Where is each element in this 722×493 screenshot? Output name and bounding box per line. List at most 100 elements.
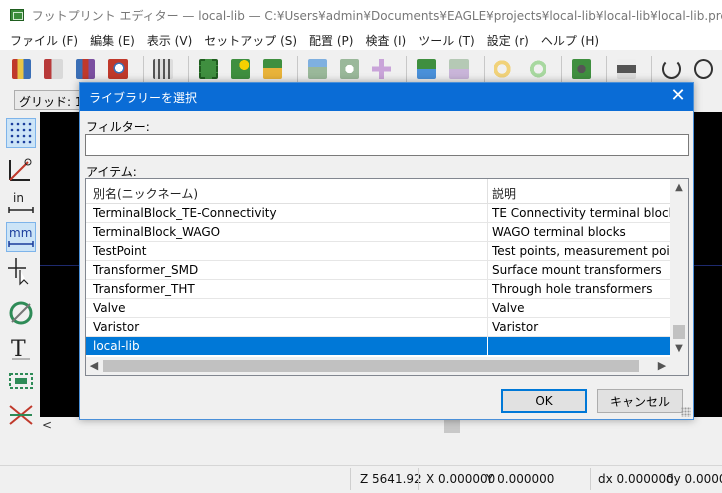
status-separator bbox=[350, 468, 351, 490]
select-library-dialog: ライブラリーを選択 ✕ フィルター: アイテム: 別名(ニックネーム) 説明 T… bbox=[79, 82, 694, 420]
status-separator bbox=[418, 468, 419, 490]
dialog-close-icon[interactable]: ✕ bbox=[663, 83, 693, 111]
grid-toggle-icon[interactable] bbox=[6, 118, 36, 148]
scrollbar-thumb[interactable] bbox=[673, 325, 685, 339]
ok-button[interactable]: OK bbox=[501, 389, 587, 413]
list-vertical-scrollbar[interactable]: ▲ ▼ bbox=[670, 179, 688, 357]
status-separator bbox=[590, 468, 591, 490]
scroll-left-arrow-icon[interactable]: < bbox=[42, 418, 52, 432]
status-dy: dy 0.000000 bbox=[666, 472, 722, 486]
scroll-down-arrow-icon[interactable]: ▼ bbox=[670, 340, 688, 357]
library-nickname: Valve bbox=[93, 301, 126, 315]
footprint-wizard-icon[interactable] bbox=[227, 55, 254, 83]
library-description: WAGO terminal blocks bbox=[492, 225, 626, 239]
list-rows: TerminalBlock_TE-Connectivity TE Connect… bbox=[86, 204, 670, 355]
toolbar-separator bbox=[142, 56, 144, 82]
list-item[interactable]: Transformer_THT Through hole transformer… bbox=[86, 280, 670, 299]
library-nickname: TerminalBlock_TE-Connectivity bbox=[93, 206, 277, 220]
left-toolbar: in mm T bbox=[0, 112, 40, 437]
status-x: X 0.000000 bbox=[426, 472, 496, 486]
cancel-button[interactable]: キャンセル bbox=[597, 389, 683, 413]
column-header-nickname[interactable]: 別名(ニックネーム) bbox=[93, 185, 198, 202]
menu-help[interactable]: ヘルプ (H) bbox=[535, 32, 605, 49]
list-item[interactable]: local-lib bbox=[86, 337, 670, 355]
new-library-icon[interactable] bbox=[8, 55, 35, 83]
scroll-left-arrow-icon[interactable]: ◀ bbox=[86, 357, 102, 375]
polar-coordinates-icon[interactable] bbox=[6, 154, 36, 184]
status-y: Y 0.000000 bbox=[486, 472, 555, 486]
library-nickname: TerminalBlock_WAGO bbox=[93, 225, 221, 239]
high-contrast-icon[interactable] bbox=[6, 298, 36, 328]
menu-tools[interactable]: ツール (T) bbox=[412, 32, 481, 49]
menu-place[interactable]: 配置 (P) bbox=[303, 32, 359, 49]
svg-text:mm: mm bbox=[9, 226, 32, 240]
toolbar-separator bbox=[605, 56, 607, 82]
footprint-editor-app-icon bbox=[10, 9, 24, 21]
library-search-icon[interactable] bbox=[104, 55, 131, 83]
library-nickname: Transformer_THT bbox=[93, 282, 195, 296]
save-to-board-icon[interactable] bbox=[304, 55, 331, 83]
toolbar-separator bbox=[187, 56, 189, 82]
pad-outline-icon[interactable] bbox=[6, 366, 36, 396]
library-description: TE Connectivity terminal blocks bbox=[492, 206, 670, 220]
filter-input[interactable] bbox=[85, 134, 689, 156]
library-description: Surface mount transformers bbox=[492, 263, 662, 277]
list-horizontal-scrollbar[interactable]: ◀ ▶ bbox=[86, 357, 670, 375]
list-item[interactable]: TestPoint Test points, measurement point… bbox=[86, 242, 670, 261]
print-icon[interactable] bbox=[613, 55, 640, 83]
scroll-right-arrow-icon[interactable]: ▶ bbox=[654, 357, 670, 375]
list-item[interactable]: TerminalBlock_TE-Connectivity TE Connect… bbox=[86, 204, 670, 223]
column-header-description[interactable]: 説明 bbox=[492, 185, 516, 202]
text-outline-icon[interactable]: T bbox=[6, 332, 36, 362]
dialog-titlebar: ライブラリーを選択 ✕ bbox=[80, 83, 693, 111]
scrollbar-thumb[interactable] bbox=[444, 419, 460, 433]
menu-inspect[interactable]: 検査 (I) bbox=[359, 32, 412, 49]
menu-edit[interactable]: 編集 (E) bbox=[84, 32, 141, 49]
library-nickname: TestPoint bbox=[93, 244, 147, 258]
redo-icon[interactable] bbox=[523, 55, 550, 83]
list-item[interactable]: Transformer_SMD Surface mount transforme… bbox=[86, 261, 670, 280]
library-list: 別名(ニックネーム) 説明 TerminalBlock_TE-Connectiv… bbox=[85, 178, 689, 376]
toolbar-separator bbox=[296, 56, 298, 82]
dialog-title: ライブラリーを選択 bbox=[89, 90, 198, 105]
load-from-board-icon[interactable] bbox=[336, 55, 363, 83]
add-library-icon[interactable] bbox=[40, 55, 67, 83]
add-plus-icon[interactable] bbox=[368, 55, 395, 83]
list-item[interactable]: Varistor Varistor bbox=[86, 318, 670, 337]
library-description: Valve bbox=[492, 301, 525, 315]
scroll-up-arrow-icon[interactable]: ▲ bbox=[670, 179, 688, 196]
zoom-in-icon[interactable] bbox=[690, 55, 717, 83]
menu-preferences[interactable]: 設定 (r) bbox=[481, 32, 535, 49]
status-dx: dx 0.000000 bbox=[598, 472, 674, 486]
list-item[interactable]: TerminalBlock_WAGO WAGO terminal blocks bbox=[86, 223, 670, 242]
footprint-properties-icon[interactable] bbox=[568, 55, 595, 83]
new-footprint-icon[interactable] bbox=[195, 55, 222, 83]
inches-units-icon[interactable]: in bbox=[6, 188, 36, 218]
import-footprint-icon[interactable] bbox=[413, 55, 440, 83]
svg-text:T: T bbox=[11, 337, 26, 362]
menu-view[interactable]: 表示 (V) bbox=[141, 32, 198, 49]
library-description: Through hole transformers bbox=[492, 282, 653, 296]
status-zoom: Z 5641.92 bbox=[360, 472, 422, 486]
cursor-crosshair-icon[interactable] bbox=[6, 256, 36, 286]
column-separator[interactable] bbox=[487, 179, 488, 204]
scrollbar-thumb[interactable] bbox=[103, 360, 639, 372]
delete-trash-icon[interactable] bbox=[149, 55, 176, 83]
menu-file[interactable]: ファイル (F) bbox=[4, 32, 84, 49]
refresh-icon[interactable] bbox=[658, 55, 685, 83]
library-nickname: local-lib bbox=[93, 339, 140, 353]
menubar: ファイル (F) 編集 (E) 表示 (V) セットアップ (S) 配置 (P)… bbox=[0, 30, 722, 50]
library-books-icon[interactable] bbox=[72, 55, 99, 83]
svg-text:in: in bbox=[13, 191, 24, 205]
list-header: 別名(ニックネーム) 説明 bbox=[86, 179, 670, 204]
list-item[interactable]: Valve Valve bbox=[86, 299, 670, 318]
undo-icon[interactable] bbox=[490, 55, 517, 83]
scrollbar-corner bbox=[670, 357, 688, 375]
toolbar-separator bbox=[560, 56, 562, 82]
graphic-outline-icon[interactable] bbox=[6, 400, 36, 430]
millimeters-units-icon[interactable]: mm bbox=[6, 222, 36, 252]
export-footprint-icon[interactable] bbox=[445, 55, 472, 83]
open-footprint-icon[interactable] bbox=[259, 55, 286, 83]
menu-setup[interactable]: セットアップ (S) bbox=[198, 32, 303, 49]
resize-grip-icon[interactable] bbox=[681, 407, 691, 417]
